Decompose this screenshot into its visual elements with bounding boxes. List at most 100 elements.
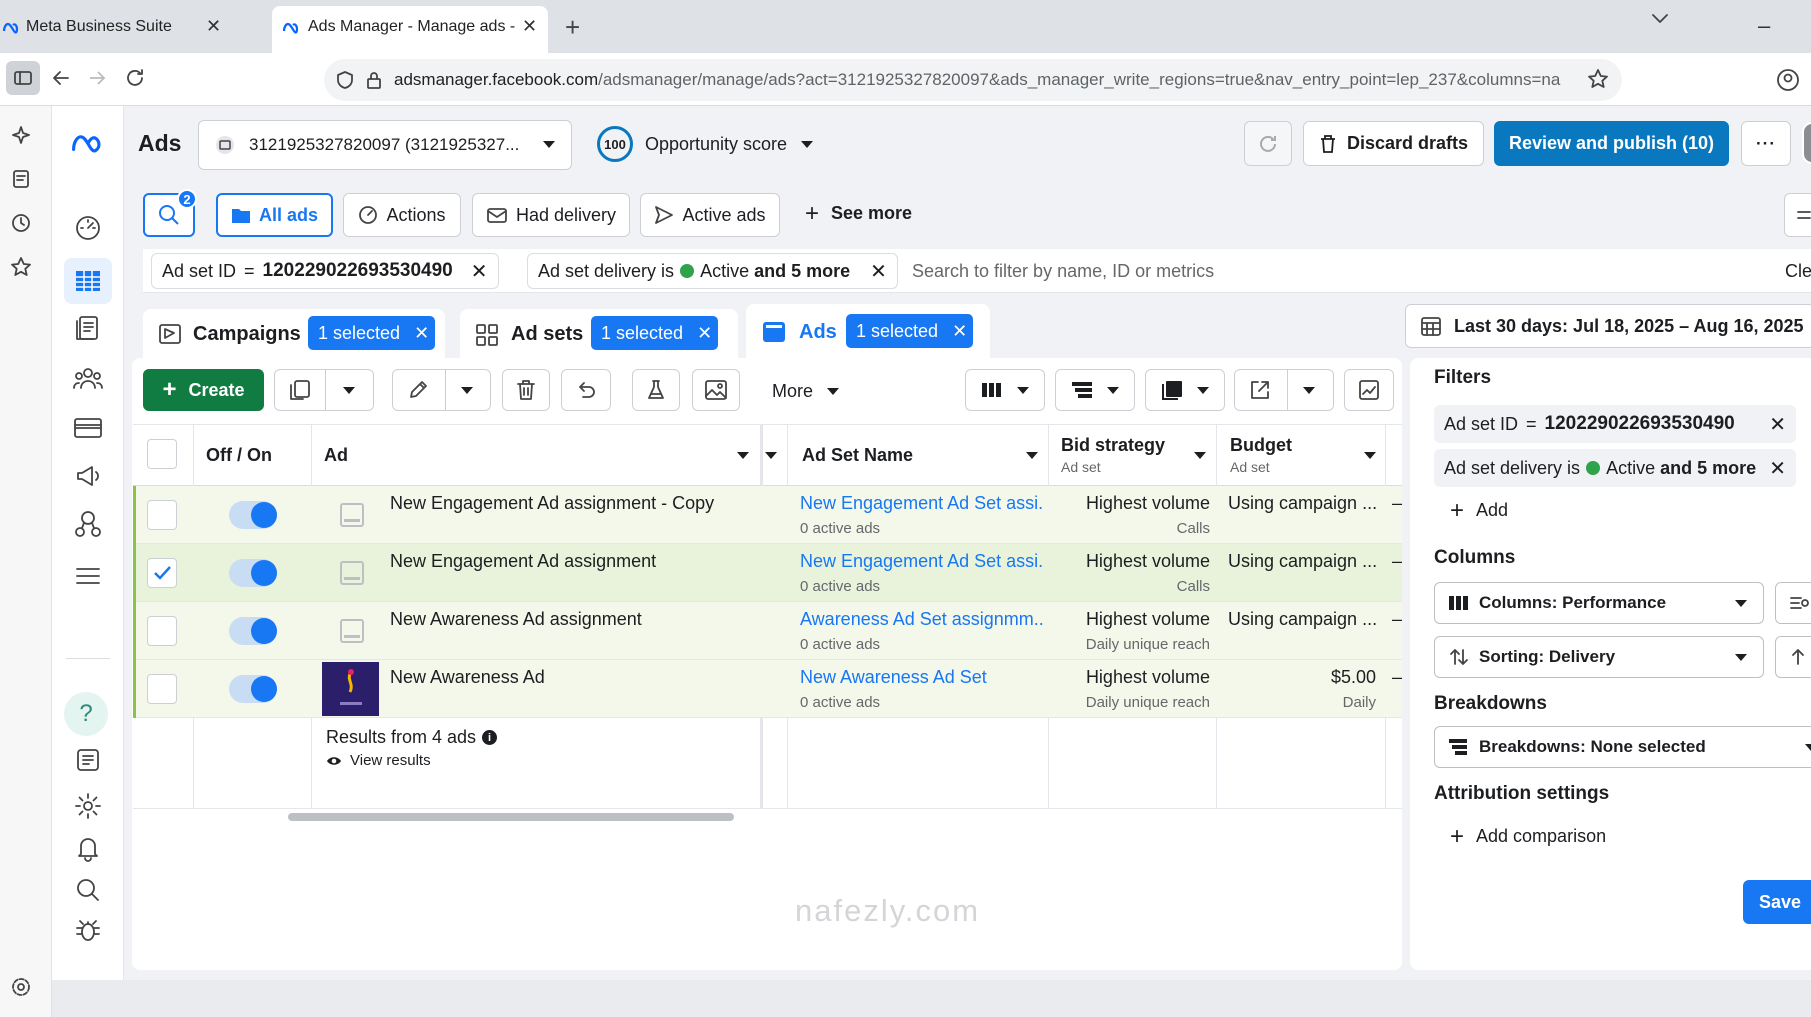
adset-name-link[interactable]: New Engagement Ad Set assi... [800, 551, 1044, 572]
sparkle-icon[interactable] [10, 124, 32, 146]
create-button[interactable]: + Create [143, 369, 264, 411]
search-filter-button[interactable]: 2 [143, 189, 197, 237]
ad-account-selector[interactable]: 3121925327820097 (3121925327... [198, 120, 572, 170]
minimize-icon[interactable]: – [1758, 13, 1770, 39]
close-icon[interactable]: ✕ [952, 321, 967, 342]
ad-name-cell[interactable]: New Awareness Ad assignment [390, 609, 750, 630]
selected-badge[interactable]: 1 selected ✕ [846, 314, 973, 348]
meta-logo-icon[interactable] [70, 126, 106, 162]
filter-settings-button[interactable] [1784, 193, 1811, 237]
side-filter-delivery[interactable]: Ad set delivery is Active and 5 more ✕ [1434, 449, 1796, 487]
notes-document-icon[interactable] [70, 742, 106, 778]
tab-actions[interactable]: Actions [343, 193, 461, 237]
breakdowns-select[interactable]: Breakdowns: None selected [1434, 726, 1811, 768]
close-icon[interactable]: ✕ [697, 323, 712, 344]
info-icon[interactable]: i [482, 730, 498, 745]
column-header-budget[interactable]: Budget Ad set [1230, 425, 1292, 485]
adset-name-link[interactable]: New Awareness Ad Set [800, 667, 1044, 688]
row-checkbox[interactable] [147, 674, 177, 704]
pencil-icon[interactable] [407, 379, 429, 401]
columns-select[interactable]: Columns: Performance [1434, 582, 1764, 624]
filter-search-input[interactable]: Search to filter by name, ID or metrics [912, 261, 1214, 282]
settings-gear-icon[interactable] [70, 788, 106, 824]
history-clock-icon[interactable] [10, 212, 32, 234]
export-button-group[interactable] [1234, 369, 1334, 411]
browser-tab-meta-business-suite[interactable]: Meta Business Suite ✕ [0, 6, 268, 53]
close-icon[interactable]: ✕ [414, 323, 429, 344]
ad-on-off-toggle[interactable] [229, 617, 277, 645]
reading-list-icon[interactable] [10, 168, 32, 190]
reload-icon[interactable] [124, 67, 146, 89]
clear-filters-link[interactable]: Clea [1785, 261, 1811, 282]
notifications-bell-icon[interactable] [70, 830, 106, 866]
ad-name-cell[interactable]: New Awareness Ad [390, 667, 750, 688]
adset-name-link[interactable]: New Engagement Ad Set assi... [800, 493, 1044, 514]
column-header-off-on[interactable]: Off / On [206, 425, 272, 485]
menu-hamburger-icon[interactable] [70, 558, 106, 594]
sort-direction-button[interactable] [1775, 636, 1811, 678]
column-header-ad[interactable]: Ad [324, 425, 348, 485]
sort-chevron-icon[interactable] [737, 452, 749, 459]
selected-badge[interactable]: 1 selected ✕ [308, 316, 435, 350]
billing-card-icon[interactable] [70, 410, 106, 446]
delete-button[interactable] [502, 369, 550, 411]
sort-chevron-icon[interactable] [765, 452, 777, 459]
see-more-button[interactable]: + See more [805, 201, 912, 225]
reports-button[interactable] [1145, 369, 1225, 411]
add-filter-button[interactable]: + Add [1450, 498, 1508, 522]
business-settings-icon[interactable] [70, 506, 106, 542]
shield-icon[interactable] [336, 70, 354, 90]
horizontal-scrollbar[interactable] [288, 813, 734, 821]
ad-name-cell[interactable]: New Engagement Ad assignment [390, 551, 750, 572]
tab-all-ads[interactable]: All ads [216, 193, 333, 237]
sort-chevron-icon[interactable] [1026, 452, 1038, 459]
undo-button[interactable] [561, 369, 611, 411]
edit-button-group[interactable] [392, 369, 491, 411]
sorting-select[interactable]: Sorting: Delivery [1434, 636, 1764, 678]
row-checkbox[interactable] [147, 500, 177, 530]
columns-button[interactable] [965, 369, 1045, 411]
close-tab-icon[interactable]: ✕ [522, 16, 537, 37]
bookmark-star-icon[interactable] [1587, 68, 1609, 90]
chevron-down-icon[interactable] [461, 387, 473, 394]
view-results-link[interactable]: View results [326, 752, 431, 769]
duplicate-button-group[interactable] [274, 369, 374, 411]
discard-drafts-button[interactable]: Discard drafts [1303, 121, 1484, 166]
sidebar-toggle-icon[interactable] [6, 61, 40, 95]
profile-icon[interactable] [1776, 68, 1800, 92]
dashboard-gauge-icon[interactable] [70, 210, 106, 246]
level-tab-ads[interactable]: Ads 1 selected ✕ [746, 304, 990, 360]
bug-report-icon[interactable] [70, 912, 106, 948]
selected-badge[interactable]: 1 selected ✕ [591, 316, 718, 350]
preview-button[interactable] [692, 369, 740, 411]
ad-on-off-toggle[interactable] [229, 501, 277, 529]
charts-button[interactable] [1344, 369, 1394, 411]
audiences-people-icon[interactable] [70, 360, 106, 396]
new-tab-plus-icon[interactable]: + [565, 12, 580, 43]
chevron-down-icon[interactable] [343, 387, 355, 394]
campaign-megaphone-icon[interactable] [70, 458, 106, 494]
help-question-icon[interactable]: ? [64, 692, 108, 736]
column-header-bid-strategy[interactable]: Bid strategy Ad set [1061, 425, 1165, 485]
opportunity-score[interactable]: 100 Opportunity score [597, 126, 814, 162]
customize-columns-button[interactable] [1775, 582, 1811, 624]
table-row[interactable] [133, 486, 1402, 544]
reports-document-icon[interactable] [70, 310, 106, 346]
table-row[interactable] [133, 544, 1402, 602]
review-and-publish-button[interactable]: Review and publish (10) [1494, 121, 1729, 166]
favorites-star-icon[interactable] [10, 256, 32, 278]
level-tab-adsets[interactable]: Ad sets 1 selected ✕ [460, 309, 738, 359]
add-comparison-button[interactable]: + Add comparison [1450, 824, 1606, 848]
table-row[interactable] [133, 602, 1402, 660]
close-tab-icon[interactable]: ✕ [206, 16, 221, 37]
forward-arrow-icon[interactable] [86, 67, 108, 89]
row-checkbox[interactable] [147, 616, 177, 646]
side-filter-adset-id[interactable]: Ad set ID = 120229022693530490 ✕ [1434, 405, 1796, 443]
tab-had-delivery[interactable]: Had delivery [472, 193, 630, 237]
ads-manager-table-icon[interactable] [64, 258, 112, 304]
filter-chip-delivery[interactable]: Ad set delivery is Active and 5 more ✕ [527, 253, 898, 289]
ad-name-cell[interactable]: New Engagement Ad assignment - Copy [390, 493, 750, 514]
adset-name-link[interactable]: Awareness Ad Set assignmm... [800, 609, 1044, 630]
breakdown-button[interactable] [1055, 369, 1135, 411]
close-icon[interactable]: ✕ [870, 259, 887, 284]
